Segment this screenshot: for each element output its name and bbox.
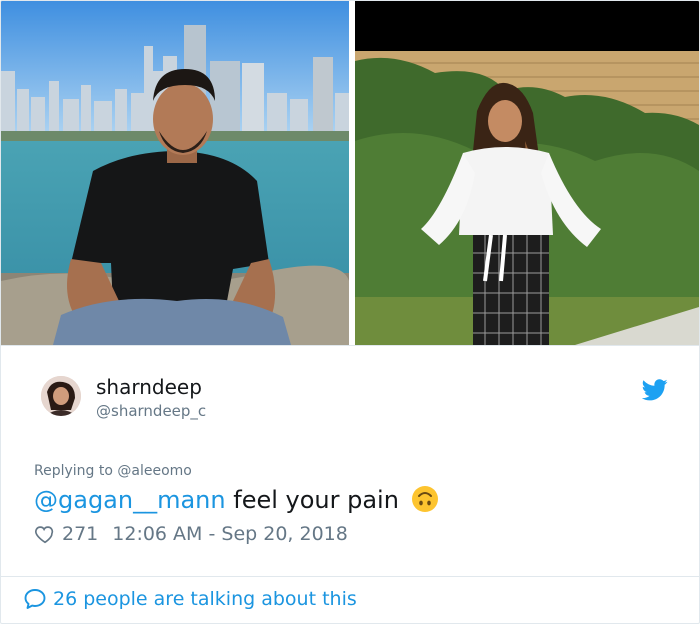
conversation-label[interactable]: 26 people are talking about this xyxy=(53,588,357,610)
author-display-name[interactable]: sharndeep xyxy=(96,375,202,399)
tweet-timestamp[interactable]: 12:06 AM - Sep 20, 2018 xyxy=(112,523,348,545)
mention-link[interactable]: @gagan__mann xyxy=(34,486,226,514)
tweet-text: @gagan__mann feel your pain xyxy=(34,485,439,514)
author-handle[interactable]: @sharndeep_c xyxy=(96,402,206,420)
replying-to-handle[interactable]: @aleeomo xyxy=(117,463,191,479)
photo-man-skyline[interactable] xyxy=(1,1,349,345)
twitter-bird-icon[interactable] xyxy=(642,379,668,401)
avatar[interactable] xyxy=(41,376,81,416)
tweet-meta-row: 271 12:06 AM - Sep 20, 2018 xyxy=(34,523,348,545)
speech-bubble-icon xyxy=(24,589,46,609)
photos-bottom-divider xyxy=(1,345,699,346)
heart-outline-icon[interactable] xyxy=(34,523,56,545)
tweet-body-text: feel your pain xyxy=(225,486,399,514)
footer-divider xyxy=(1,576,699,577)
conversation-link[interactable]: 26 people are talking about this xyxy=(23,587,357,611)
tweet-photos xyxy=(1,1,699,345)
upside-down-face-icon xyxy=(411,486,438,512)
embedded-tweet-card: sharndeep @sharndeep_c Replying to @alee… xyxy=(0,0,700,624)
photo-woman-hedge[interactable] xyxy=(355,1,699,345)
like-count[interactable]: 271 xyxy=(62,523,98,545)
replying-to-prefix: Replying to xyxy=(34,463,118,479)
replying-to-line: Replying to @aleeomo xyxy=(34,463,192,479)
